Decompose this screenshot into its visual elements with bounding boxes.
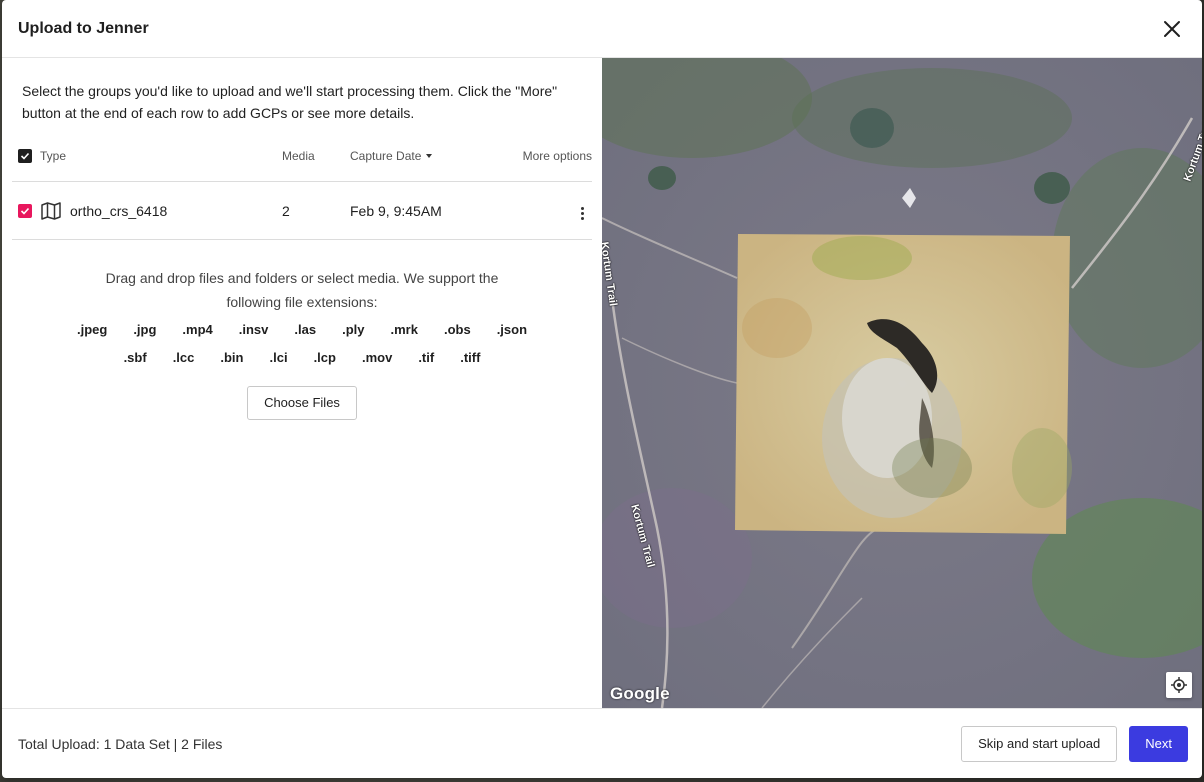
extension-label: .jpg (133, 322, 157, 337)
caret-down-icon (426, 153, 433, 158)
header-capture-date-label: Capture Date (350, 148, 422, 163)
row-checkbox[interactable] (18, 203, 32, 218)
dropzone-text-line2: following file extensions: (226, 294, 378, 310)
upload-summary: Total Upload: 1 Data Set | 2 Files (18, 735, 223, 752)
row-media: 2 (282, 202, 290, 219)
header-media: Media (282, 148, 315, 163)
extension-label: .mp4 (182, 322, 213, 337)
extension-label: .tif (418, 350, 435, 365)
next-button[interactable]: Next (1129, 725, 1188, 762)
extension-label: .lcp (313, 350, 336, 365)
dropzone-text-line1: Drag and drop files and folders or selec… (105, 270, 499, 286)
extension-label: .obs (443, 322, 471, 337)
modal-title: Upload to Jenner (18, 19, 149, 37)
more-vertical-dot (581, 212, 584, 215)
extension-label: .lcc (172, 350, 195, 365)
dropzone[interactable]: Drag and drop files and folders or selec… (2, 266, 602, 420)
close-icon (1164, 20, 1180, 37)
header-more-options: More options (522, 148, 592, 163)
my-location-button[interactable] (1166, 672, 1192, 698)
close-button[interactable] (1158, 15, 1186, 43)
more-options-button[interactable] (573, 203, 592, 224)
table-row[interactable]: ortho_crs_6418 2 Feb 9, 9:45AM (12, 182, 592, 240)
map-view[interactable]: Kortum Trail Kortum Trail Kortum Trail G… (602, 58, 1202, 708)
extensions-row-1: .jpeg .jpg .mp4 .insv .las .ply .mrk .ob… (2, 318, 602, 342)
more-vertical-dot (581, 217, 584, 220)
map-icon (40, 201, 62, 221)
modal-body: Select the groups you'd like to upload a… (2, 58, 1202, 708)
extension-label: .ply (342, 322, 365, 337)
extension-label: .mov (361, 350, 393, 365)
extension-label: .bin (220, 350, 244, 365)
check-icon (20, 207, 30, 215)
row-capture-date: Feb 9, 9:45AM (350, 202, 442, 219)
header-capture-date[interactable]: Capture Date (350, 149, 490, 163)
extension-label: .jpeg (76, 322, 108, 337)
extension-label: .lci (269, 350, 288, 365)
choose-files-button[interactable]: Choose Files (247, 386, 357, 420)
extension-label: .mrk (390, 322, 418, 337)
google-logo: Google (610, 684, 670, 703)
upload-groups-pane: Select the groups you'd like to upload a… (2, 58, 602, 708)
select-all-cell (12, 148, 40, 163)
modal-header: Upload to Jenner (2, 0, 1202, 58)
extension-label: .json (496, 322, 528, 337)
extension-label: .tiff (460, 350, 481, 365)
table-header: Type Media Capture Date More options (12, 140, 592, 182)
locate-icon (1171, 677, 1187, 693)
intro-text: Select the groups you'd like to upload a… (22, 83, 558, 121)
footer-actions: Skip and start upload Next (961, 725, 1188, 762)
row-more-cell (490, 197, 592, 224)
row-name: ortho_crs_6418 (70, 202, 168, 219)
skip-and-start-upload-button[interactable]: Skip and start upload (961, 725, 1118, 762)
extensions-row-2: .sbf .lcc .bin .lci .lcp .mov .tif .tiff (2, 346, 602, 370)
more-vertical-icon (581, 207, 584, 210)
orthomosaic-overlay[interactable] (735, 234, 1072, 534)
upload-modal: Upload to Jenner Select the groups you'd… (2, 0, 1202, 778)
extension-label: .las (294, 322, 317, 337)
groups-table: Type Media Capture Date More options ort… (12, 140, 592, 240)
modal-footer: Total Upload: 1 Data Set | 2 Files Skip … (2, 708, 1202, 778)
header-type-label: Type (40, 148, 67, 163)
header-type: Type (40, 149, 282, 163)
extension-label: .insv (238, 322, 269, 337)
satellite-map[interactable] (602, 58, 1202, 708)
row-check-cell (12, 203, 40, 218)
row-type-cell: ortho_crs_6418 (40, 201, 282, 221)
check-icon (20, 152, 30, 160)
select-all-checkbox[interactable] (18, 148, 32, 163)
extension-label: .sbf (123, 350, 147, 365)
